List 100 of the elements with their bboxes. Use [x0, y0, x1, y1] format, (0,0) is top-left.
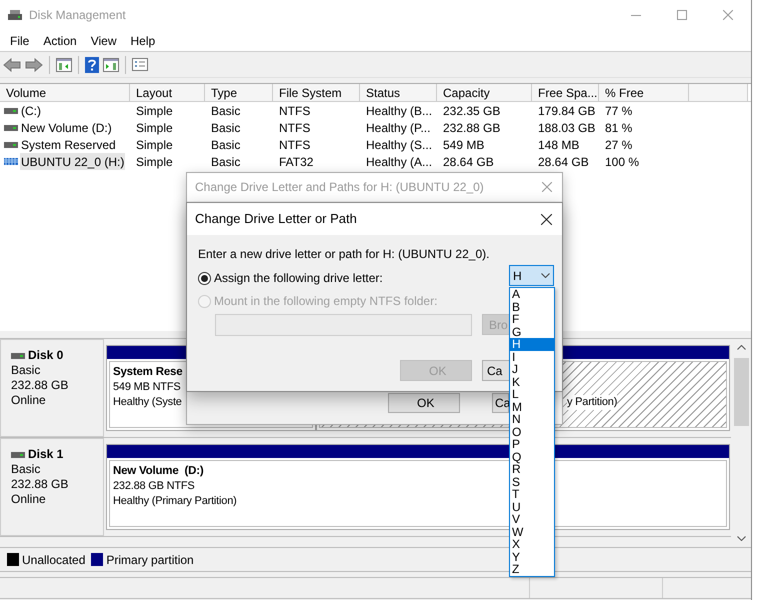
- column-header[interactable]: % Free: [599, 84, 689, 101]
- column-header[interactable]: Type: [205, 84, 273, 101]
- disk-status: Online: [11, 393, 47, 408]
- table-cell: 549 MB: [443, 138, 484, 152]
- column-header[interactable]: Status: [360, 84, 437, 101]
- table-cell: 232.35 GB: [443, 104, 500, 118]
- column-header[interactable]: Free Spa...: [532, 84, 599, 101]
- disk-name: Disk 0: [28, 348, 64, 363]
- properties-icon[interactable]: [132, 58, 148, 71]
- table-cell: Simple: [136, 138, 173, 152]
- table-cell: Healthy (P...: [366, 120, 430, 134]
- drive-letter-option[interactable]: Y: [510, 550, 554, 563]
- table-cell: 100 %: [605, 154, 640, 168]
- drive-letter-option[interactable]: I: [510, 350, 554, 363]
- drive-letter-option[interactable]: V: [510, 513, 554, 526]
- forward-arrow-icon[interactable]: [25, 58, 43, 72]
- volume-name-cell[interactable]: UBUNTU 22_0 (H:): [20, 153, 126, 170]
- drive-letter-option[interactable]: X: [510, 538, 554, 550]
- table-cell: Simple: [136, 104, 173, 118]
- pane-toggle-icon[interactable]: [56, 58, 72, 72]
- table-cell: NTFS: [279, 104, 310, 118]
- menu-item[interactable]: File: [3, 32, 36, 50]
- drive-letter-dropdown[interactable]: H: [509, 265, 554, 286]
- drive-letter-option[interactable]: L: [510, 388, 554, 400]
- table-cell: 28.64 GB: [443, 154, 494, 168]
- drive-letter-option[interactable]: U: [510, 500, 554, 513]
- partition-detail: y Partition): [567, 395, 618, 410]
- table-cell: 148 MB: [538, 138, 580, 152]
- back-arrow-icon[interactable]: [3, 58, 21, 72]
- table-cell: Basic: [211, 120, 240, 134]
- cancel-button[interactable]: Ca: [482, 360, 510, 381]
- dialog-title: Change Drive Letter or Path: [195, 210, 357, 228]
- partition-title: System Rese: [113, 365, 182, 380]
- drive-letter-option[interactable]: S: [510, 476, 554, 488]
- table-cell: Basic: [211, 138, 240, 152]
- menu-item[interactable]: Action: [36, 32, 84, 50]
- disk-size: 232.88 GB: [11, 378, 70, 393]
- dialog-prompt: Enter a new drive letter or path for H: (UBUNTU 22_0).: [198, 246, 490, 263]
- column-header[interactable]: Capacity: [437, 84, 532, 101]
- partition-detail: 232.88 GB NTFS: [113, 479, 195, 494]
- disk-drive-icon: [4, 142, 18, 148]
- radio-button[interactable]: [198, 272, 211, 284]
- volume-name-cell[interactable]: System Reserved: [20, 136, 117, 153]
- menu-item[interactable]: View: [84, 32, 124, 50]
- scroll-down-icon[interactable]: [737, 536, 746, 541]
- legend-label: Unallocated: [22, 552, 86, 568]
- drive-letter-option[interactable]: Z: [510, 563, 554, 576]
- volume-name-cell[interactable]: (C:): [20, 102, 42, 119]
- disk-info-panel[interactable]: Disk 0 Basic 232.88 GB Online: [0, 339, 104, 437]
- app-icon: [8, 9, 22, 21]
- drive-letter-option[interactable]: G: [510, 326, 554, 338]
- table-cell: Healthy (B...: [366, 104, 432, 118]
- chevron-down-icon: [541, 273, 550, 278]
- partition-detail: 549 MB NTFS: [113, 380, 180, 395]
- column-header[interactable]: Volume: [0, 84, 130, 101]
- table-cell: 232.88 GB: [443, 120, 500, 134]
- removable-drive-icon: [4, 158, 18, 165]
- disk-type: Basic: [11, 462, 42, 477]
- menu-item[interactable]: Help: [124, 32, 162, 50]
- drive-letter-option[interactable]: A: [510, 288, 554, 300]
- disk-drive-icon: [11, 452, 25, 458]
- table-cell: NTFS: [279, 120, 310, 134]
- table-cell: 179.84 GB: [538, 104, 596, 118]
- drive-letter-option[interactable]: Q: [510, 450, 554, 463]
- radio-option[interactable]: Assign the following drive letter:: [198, 270, 383, 286]
- table-cell: Basic: [211, 154, 240, 168]
- minimize-icon: [631, 14, 641, 16]
- table-cell: 77 %: [605, 104, 632, 118]
- table-cell: 188.03 GB: [538, 120, 596, 134]
- ok-button[interactable]: OK: [388, 393, 460, 413]
- table-cell: Simple: [136, 120, 173, 134]
- close-icon[interactable]: [541, 214, 552, 224]
- scroll-up-icon[interactable]: [737, 345, 746, 350]
- drive-letter-option[interactable]: K: [510, 376, 554, 388]
- close-icon: [723, 10, 733, 20]
- pane-toggle-icon[interactable]: [103, 58, 119, 72]
- drive-letter-option[interactable]: R: [510, 463, 554, 476]
- disk-status: Online: [11, 492, 47, 507]
- column-header[interactable]: File System: [273, 84, 360, 101]
- drive-letter-option[interactable]: B: [510, 300, 554, 313]
- drive-letter-option[interactable]: O: [510, 426, 554, 438]
- volume-name-cell[interactable]: New Volume (D:): [20, 119, 113, 136]
- drive-letter-option[interactable]: N: [510, 413, 554, 426]
- table-cell: Simple: [136, 154, 173, 168]
- drive-letter-option[interactable]: M: [510, 400, 554, 413]
- legend-label: Primary partition: [106, 552, 194, 568]
- drive-letter-option[interactable]: T: [510, 488, 554, 500]
- help-icon[interactable]: [85, 56, 99, 72]
- drive-letter-option[interactable]: F: [510, 313, 554, 326]
- drive-letter-option[interactable]: H: [510, 338, 554, 350]
- drive-letter-option[interactable]: J: [510, 363, 554, 376]
- table-cell: FAT32: [279, 154, 314, 168]
- table-cell: 81 %: [605, 120, 632, 134]
- scroll-thumb[interactable]: [734, 358, 749, 426]
- disk-drive-icon: [4, 124, 18, 130]
- table-cell: 28.64 GB: [538, 154, 589, 168]
- drive-letter-list[interactable]: A B F G H I J K L M N O P Q R S T U V W X Y Z: [509, 287, 555, 576]
- column-header[interactable]: Layout: [130, 84, 205, 101]
- disk-info-panel[interactable]: Disk 1 Basic 232.88 GB Online: [0, 438, 104, 536]
- disk-drive-icon: [11, 352, 25, 358]
